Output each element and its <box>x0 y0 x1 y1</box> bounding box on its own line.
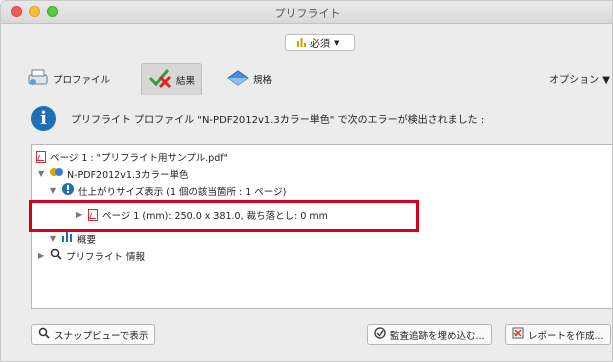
disclosure-closed-icon[interactable]: ▶ <box>38 251 46 260</box>
tree-row-label: N-PDF2012v1.3カラー単色 <box>67 169 189 181</box>
tree-row-label: 概要 <box>77 234 97 246</box>
results-tree: ページ 1 : "プリフライト用サンプル.pdf" ▼ N-PDF2012v1.… <box>31 144 612 309</box>
report-icon <box>512 327 524 342</box>
pdf-icon <box>88 208 98 221</box>
bottom-toolbar: スナップビューで表示 監査追跡を埋め込む... レポートを作成... <box>1 313 612 361</box>
dropdown-arrow-icon: ▼ <box>334 38 340 47</box>
snapshot-view-label: スナップビューで表示 <box>54 330 149 342</box>
profile-icon <box>27 68 49 91</box>
error-message: プリフライト プロファイル "N-PDF2012v1.3カラー単色" で次のエラ… <box>71 115 485 126</box>
tab-results[interactable]: 結果 <box>141 63 203 95</box>
tab-profiles[interactable]: プロファイル <box>27 63 110 95</box>
profile-badge-icon <box>50 166 63 181</box>
create-report-button[interactable]: レポートを作成... <box>505 324 611 345</box>
tab-profiles-label: プロファイル <box>53 75 111 86</box>
preflight-window: プリフライト 必須 ▼ プロファイル 結果 規格 オプション ▼ i プリフライ… <box>0 0 613 362</box>
tab-results-label: 結果 <box>176 75 196 87</box>
snapshot-view-button[interactable]: スナップビューで表示 <box>31 324 156 345</box>
tree-row-page-size[interactable]: ▶ ページ 1 (mm): 250.0 x 381.0, 裁ち落とし: 0 mm <box>76 206 328 223</box>
tab-standards[interactable]: 規格 <box>227 63 272 95</box>
tree-row-preflight-info[interactable]: ▶ プリフライト 情報 <box>38 247 145 264</box>
embed-audit-trail-button[interactable]: 監査追跡を埋め込む... <box>367 324 492 345</box>
window-title: プリフライト <box>274 7 341 20</box>
embed-audit-trail-label: 監査追跡を埋め込む... <box>390 330 485 342</box>
tree-row-check[interactable]: ▼ 仕上がりサイズ表示 (1 個の該当箇所 : 1 ページ) <box>50 182 286 199</box>
options-menu[interactable]: オプション ▼ <box>549 71 610 86</box>
magnifier-icon <box>38 327 50 342</box>
disclosure-closed-icon[interactable]: ▶ <box>76 210 84 219</box>
bar-chart-icon <box>297 38 306 47</box>
check-cross-icon <box>148 67 172 92</box>
magnifier-icon <box>50 248 62 263</box>
error-badge-icon <box>62 183 74 198</box>
tree-row-overview[interactable]: ▼ 概要 <box>50 230 96 247</box>
profile-selector-label: 必須 <box>310 39 330 50</box>
tree-row-label: ページ 1 (mm): 250.0 x 381.0, 裁ち落とし: 0 mm <box>102 210 328 222</box>
overview-bars-icon <box>62 232 73 245</box>
pdf-icon <box>36 150 46 163</box>
disclosure-open-icon[interactable]: ▼ <box>38 169 46 178</box>
title-bar: プリフライト <box>1 1 612 24</box>
disclosure-open-icon[interactable]: ▼ <box>50 186 58 195</box>
tree-row-label: 仕上がりサイズ表示 (1 個の該当箇所 : 1 ページ) <box>78 186 287 198</box>
tab-standards-label: 規格 <box>253 75 273 86</box>
tab-bar: プロファイル 結果 規格 オプション ▼ <box>1 63 612 95</box>
profile-selector[interactable]: 必須 ▼ <box>285 34 355 51</box>
disclosure-open-icon[interactable]: ▼ <box>50 234 58 243</box>
tree-row-label: プリフライト 情報 <box>66 251 146 263</box>
create-report-label: レポートを作成... <box>528 330 604 342</box>
tree-row-profile[interactable]: ▼ N-PDF2012v1.3カラー単色 <box>38 165 188 182</box>
result-message: i プリフライト プロファイル "N-PDF2012v1.3カラー単色" で次の… <box>1 99 612 139</box>
stamp-icon <box>374 327 386 342</box>
standards-icon <box>227 69 249 90</box>
tree-row-page-file[interactable]: ページ 1 : "プリフライト用サンプル.pdf" <box>36 148 228 165</box>
info-icon: i <box>31 106 56 131</box>
tree-row-label: ページ 1 : "プリフライト用サンプル.pdf" <box>50 152 228 164</box>
